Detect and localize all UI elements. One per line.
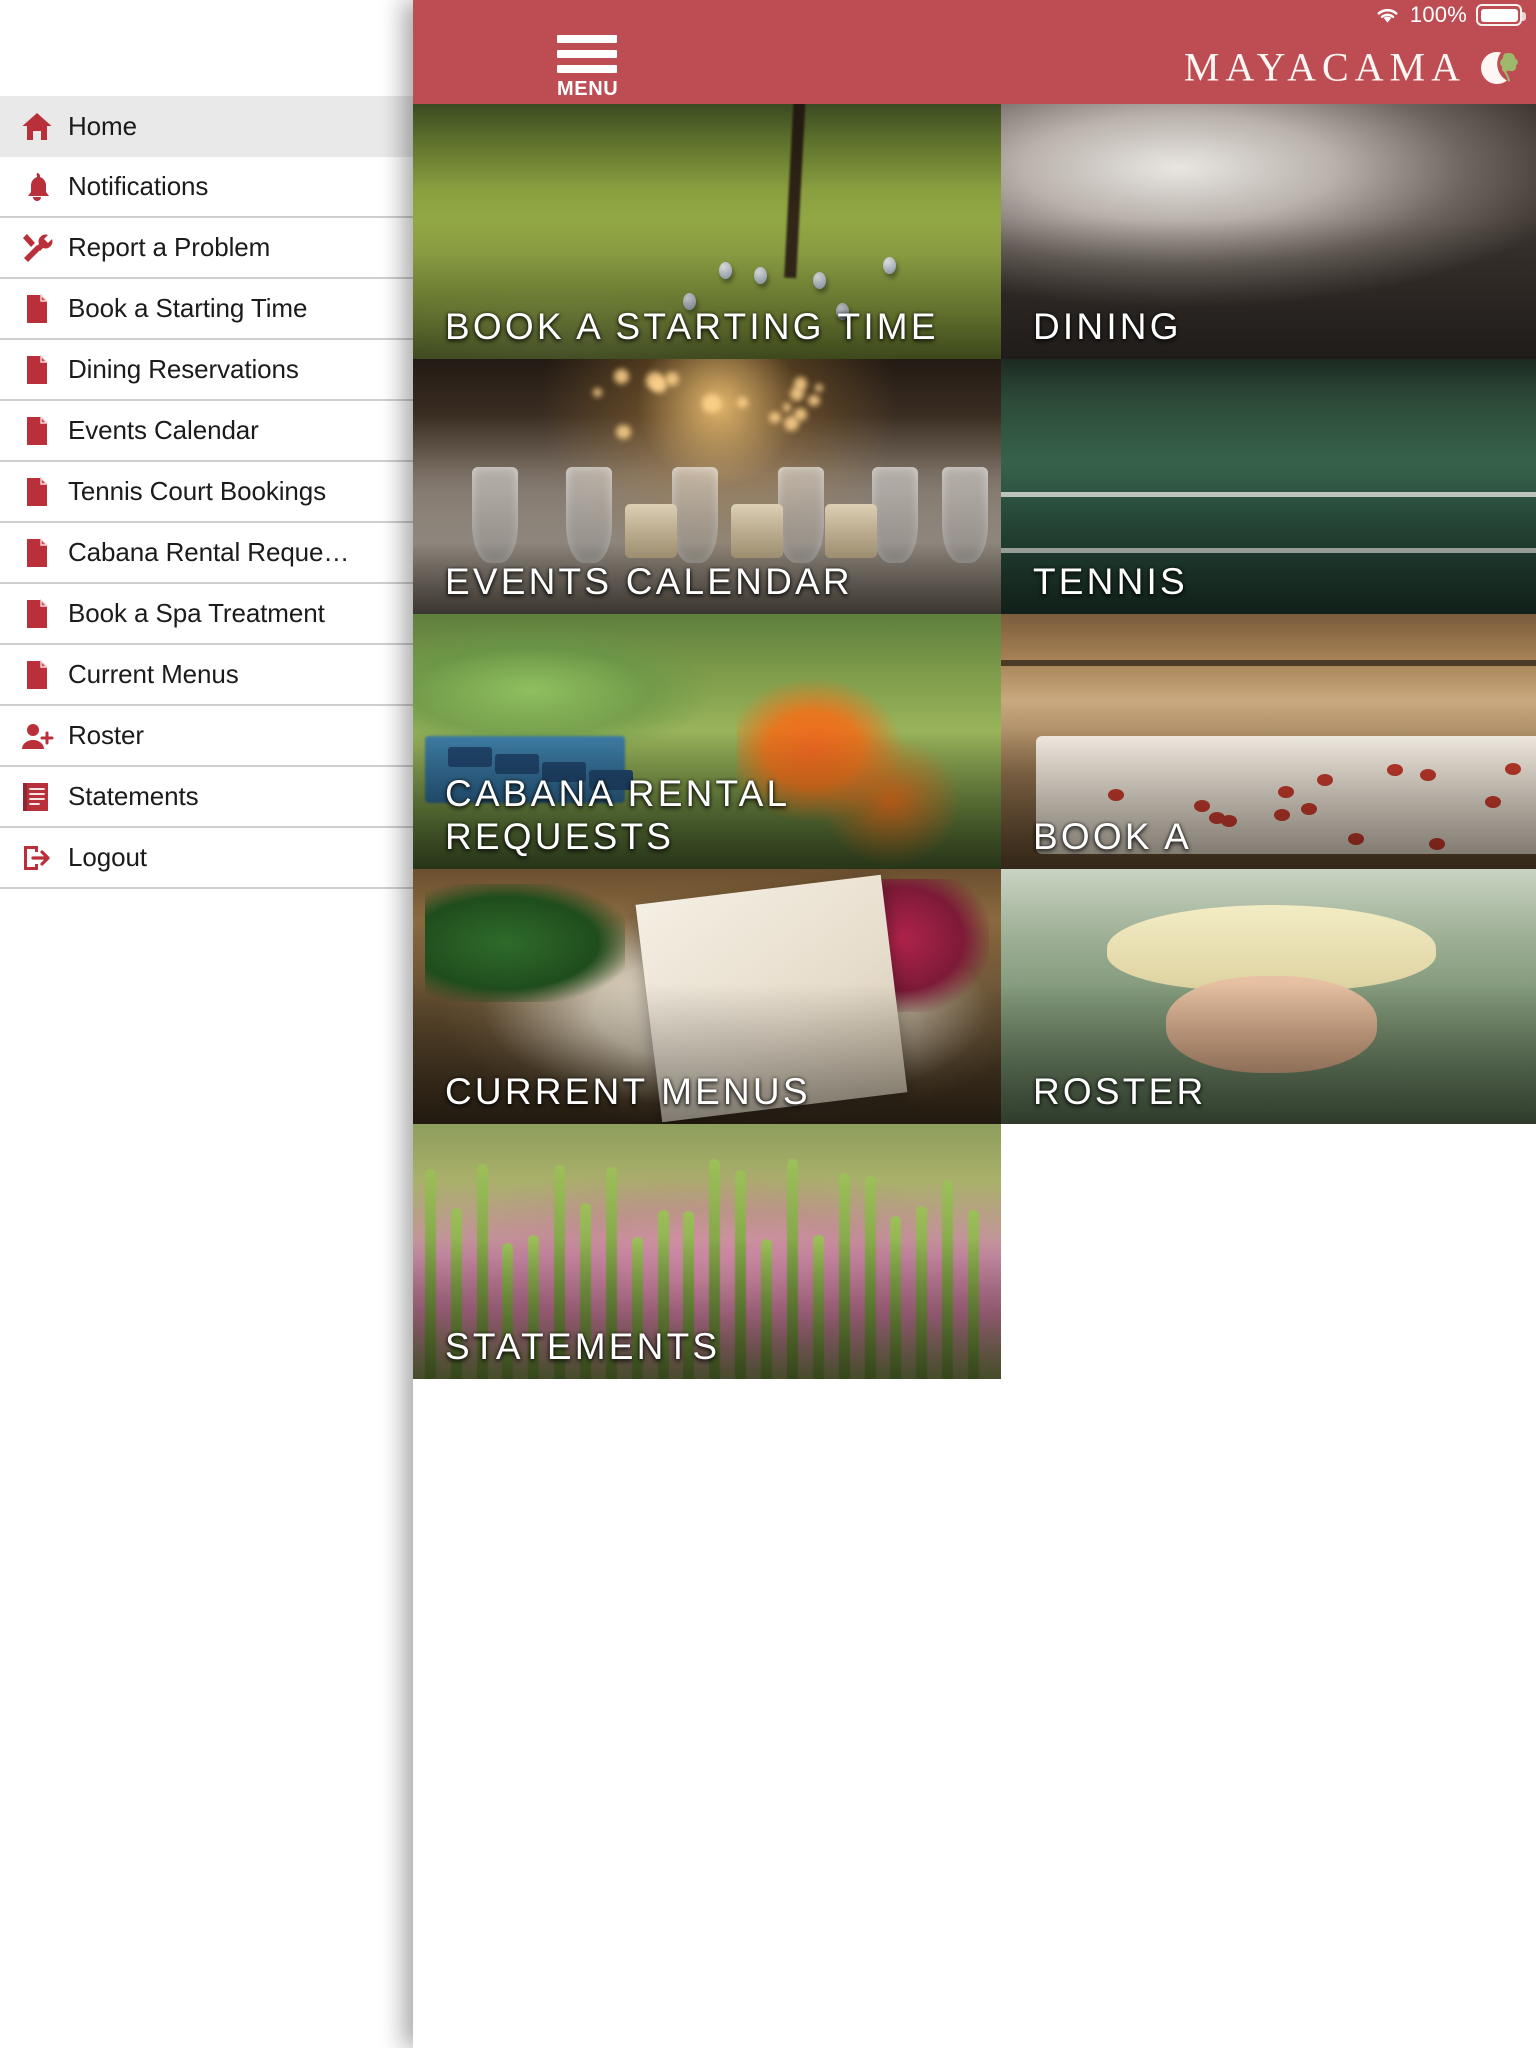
sidebar-item-label: Tennis Court Bookings: [68, 476, 326, 507]
sidebar-item-label: Cabana Rental Reque…: [68, 537, 349, 568]
app-header: MENU MAYACAMA: [413, 30, 1536, 104]
menu-bar-1: [557, 35, 617, 43]
document-icon: [14, 532, 60, 574]
tile-dining[interactable]: DINING: [1001, 104, 1536, 359]
person-add-icon: [14, 715, 60, 757]
sidebar-item-label: Events Calendar: [68, 415, 259, 446]
menu-button-label: MENU: [557, 78, 618, 101]
statement-list-icon: [14, 776, 60, 818]
sidebar-item-label: Report a Problem: [68, 232, 270, 263]
bell-icon: [14, 166, 60, 208]
sidebar-item-cabana-rental-reque[interactable]: Cabana Rental Reque…: [0, 523, 413, 584]
tile-caption: CABANA RENTAL REQUESTS: [445, 772, 987, 859]
sidebar-item-label: Roster: [68, 720, 144, 751]
brand-logo: MAYACAMA: [1184, 44, 1518, 91]
sidebar-item-roster[interactable]: Roster: [0, 706, 413, 767]
battery-percentage-label: 100%: [1410, 2, 1467, 28]
sidebar-item-home[interactable]: Home: [0, 96, 413, 157]
sidebar-item-label: Book a Spa Treatment: [68, 598, 325, 629]
tile-statements[interactable]: STATEMENTS: [413, 1124, 1001, 1379]
sidebar-item-label: Current Menus: [68, 659, 239, 690]
status-bar: 100%: [413, 0, 1536, 30]
tile-book-a[interactable]: BOOK A: [1001, 614, 1536, 869]
sidebar-item-book-a-spa-treatment[interactable]: Book a Spa Treatment: [0, 584, 413, 645]
sidebar-item-current-menus[interactable]: Current Menus: [0, 645, 413, 706]
tile-caption: CURRENT MENUS: [445, 1070, 987, 1114]
brand-name: MAYACAMA: [1184, 44, 1466, 91]
menu-bar-2: [557, 50, 617, 58]
document-icon: [14, 654, 60, 696]
document-icon: [14, 471, 60, 513]
tools-icon: [14, 227, 60, 269]
tile-cabana-rental-requests[interactable]: CABANA RENTAL REQUESTS: [413, 614, 1001, 869]
home-icon: [14, 106, 60, 148]
navigation-drawer: Home Notifications Report a Problem Book…: [0, 0, 413, 2048]
hamburger-menu-icon[interactable]: MENU: [557, 35, 621, 101]
tile-events-calendar[interactable]: EVENTS CALENDAR: [413, 359, 1001, 614]
document-icon: [14, 410, 60, 452]
document-icon: [14, 593, 60, 635]
home-tile-grid: BOOK A STARTING TIME DINING EVENTS CALENDA…: [413, 104, 1536, 1379]
sidebar-item-label: Book a Starting Time: [68, 293, 307, 324]
sidebar-item-events-calendar[interactable]: Events Calendar: [0, 401, 413, 462]
wifi-icon: [1374, 5, 1401, 25]
menu-bar-3: [557, 65, 617, 73]
tile-caption: DINING: [1033, 305, 1536, 349]
sidebar-item-statements[interactable]: Statements: [0, 767, 413, 828]
tile-book-a-starting-time[interactable]: BOOK A STARTING TIME: [413, 104, 1001, 359]
sidebar-item-logout[interactable]: Logout: [0, 828, 413, 889]
sidebar-item-label: Notifications: [68, 171, 208, 202]
tile-caption: STATEMENTS: [445, 1325, 987, 1369]
sidebar-item-notifications[interactable]: Notifications: [0, 157, 413, 218]
sidebar-top-spacer: [0, 0, 413, 96]
sidebar-item-label: Home: [68, 111, 137, 142]
moon-grape-leaf-emblem-icon: [1476, 46, 1518, 88]
battery-full-icon: [1476, 4, 1522, 26]
tile-caption: EVENTS CALENDAR: [445, 560, 987, 604]
tile-current-menus[interactable]: CURRENT MENUS: [413, 869, 1001, 1124]
sidebar-item-tennis-court-bookings[interactable]: Tennis Court Bookings: [0, 462, 413, 523]
document-icon: [14, 349, 60, 391]
tile-caption: BOOK A STARTING TIME: [445, 305, 987, 349]
sidebar-item-label: Logout: [68, 842, 147, 873]
sidebar-item-label: Statements: [68, 781, 199, 812]
tile-roster[interactable]: ROSTER: [1001, 869, 1536, 1124]
sidebar-item-book-a-starting-time[interactable]: Book a Starting Time: [0, 279, 413, 340]
sidebar-item-label: Dining Reservations: [68, 354, 299, 385]
logout-icon: [14, 837, 60, 879]
tile-empty-slot: [1001, 1124, 1536, 1379]
tile-caption: BOOK A: [1033, 815, 1536, 859]
document-icon: [14, 288, 60, 330]
content-pane: 100% MENU MAYACAMA BOOK A STARTING TIME …: [413, 0, 1536, 2048]
sidebar-item-list: Home Notifications Report a Problem Book…: [0, 96, 413, 889]
tile-caption: TENNIS: [1033, 560, 1536, 604]
sidebar-item-dining-reservations[interactable]: Dining Reservations: [0, 340, 413, 401]
sidebar-item-report-a-problem[interactable]: Report a Problem: [0, 218, 413, 279]
app-root: Home Notifications Report a Problem Book…: [0, 0, 1536, 2048]
tile-tennis[interactable]: TENNIS: [1001, 359, 1536, 614]
tile-caption: ROSTER: [1033, 1070, 1536, 1114]
